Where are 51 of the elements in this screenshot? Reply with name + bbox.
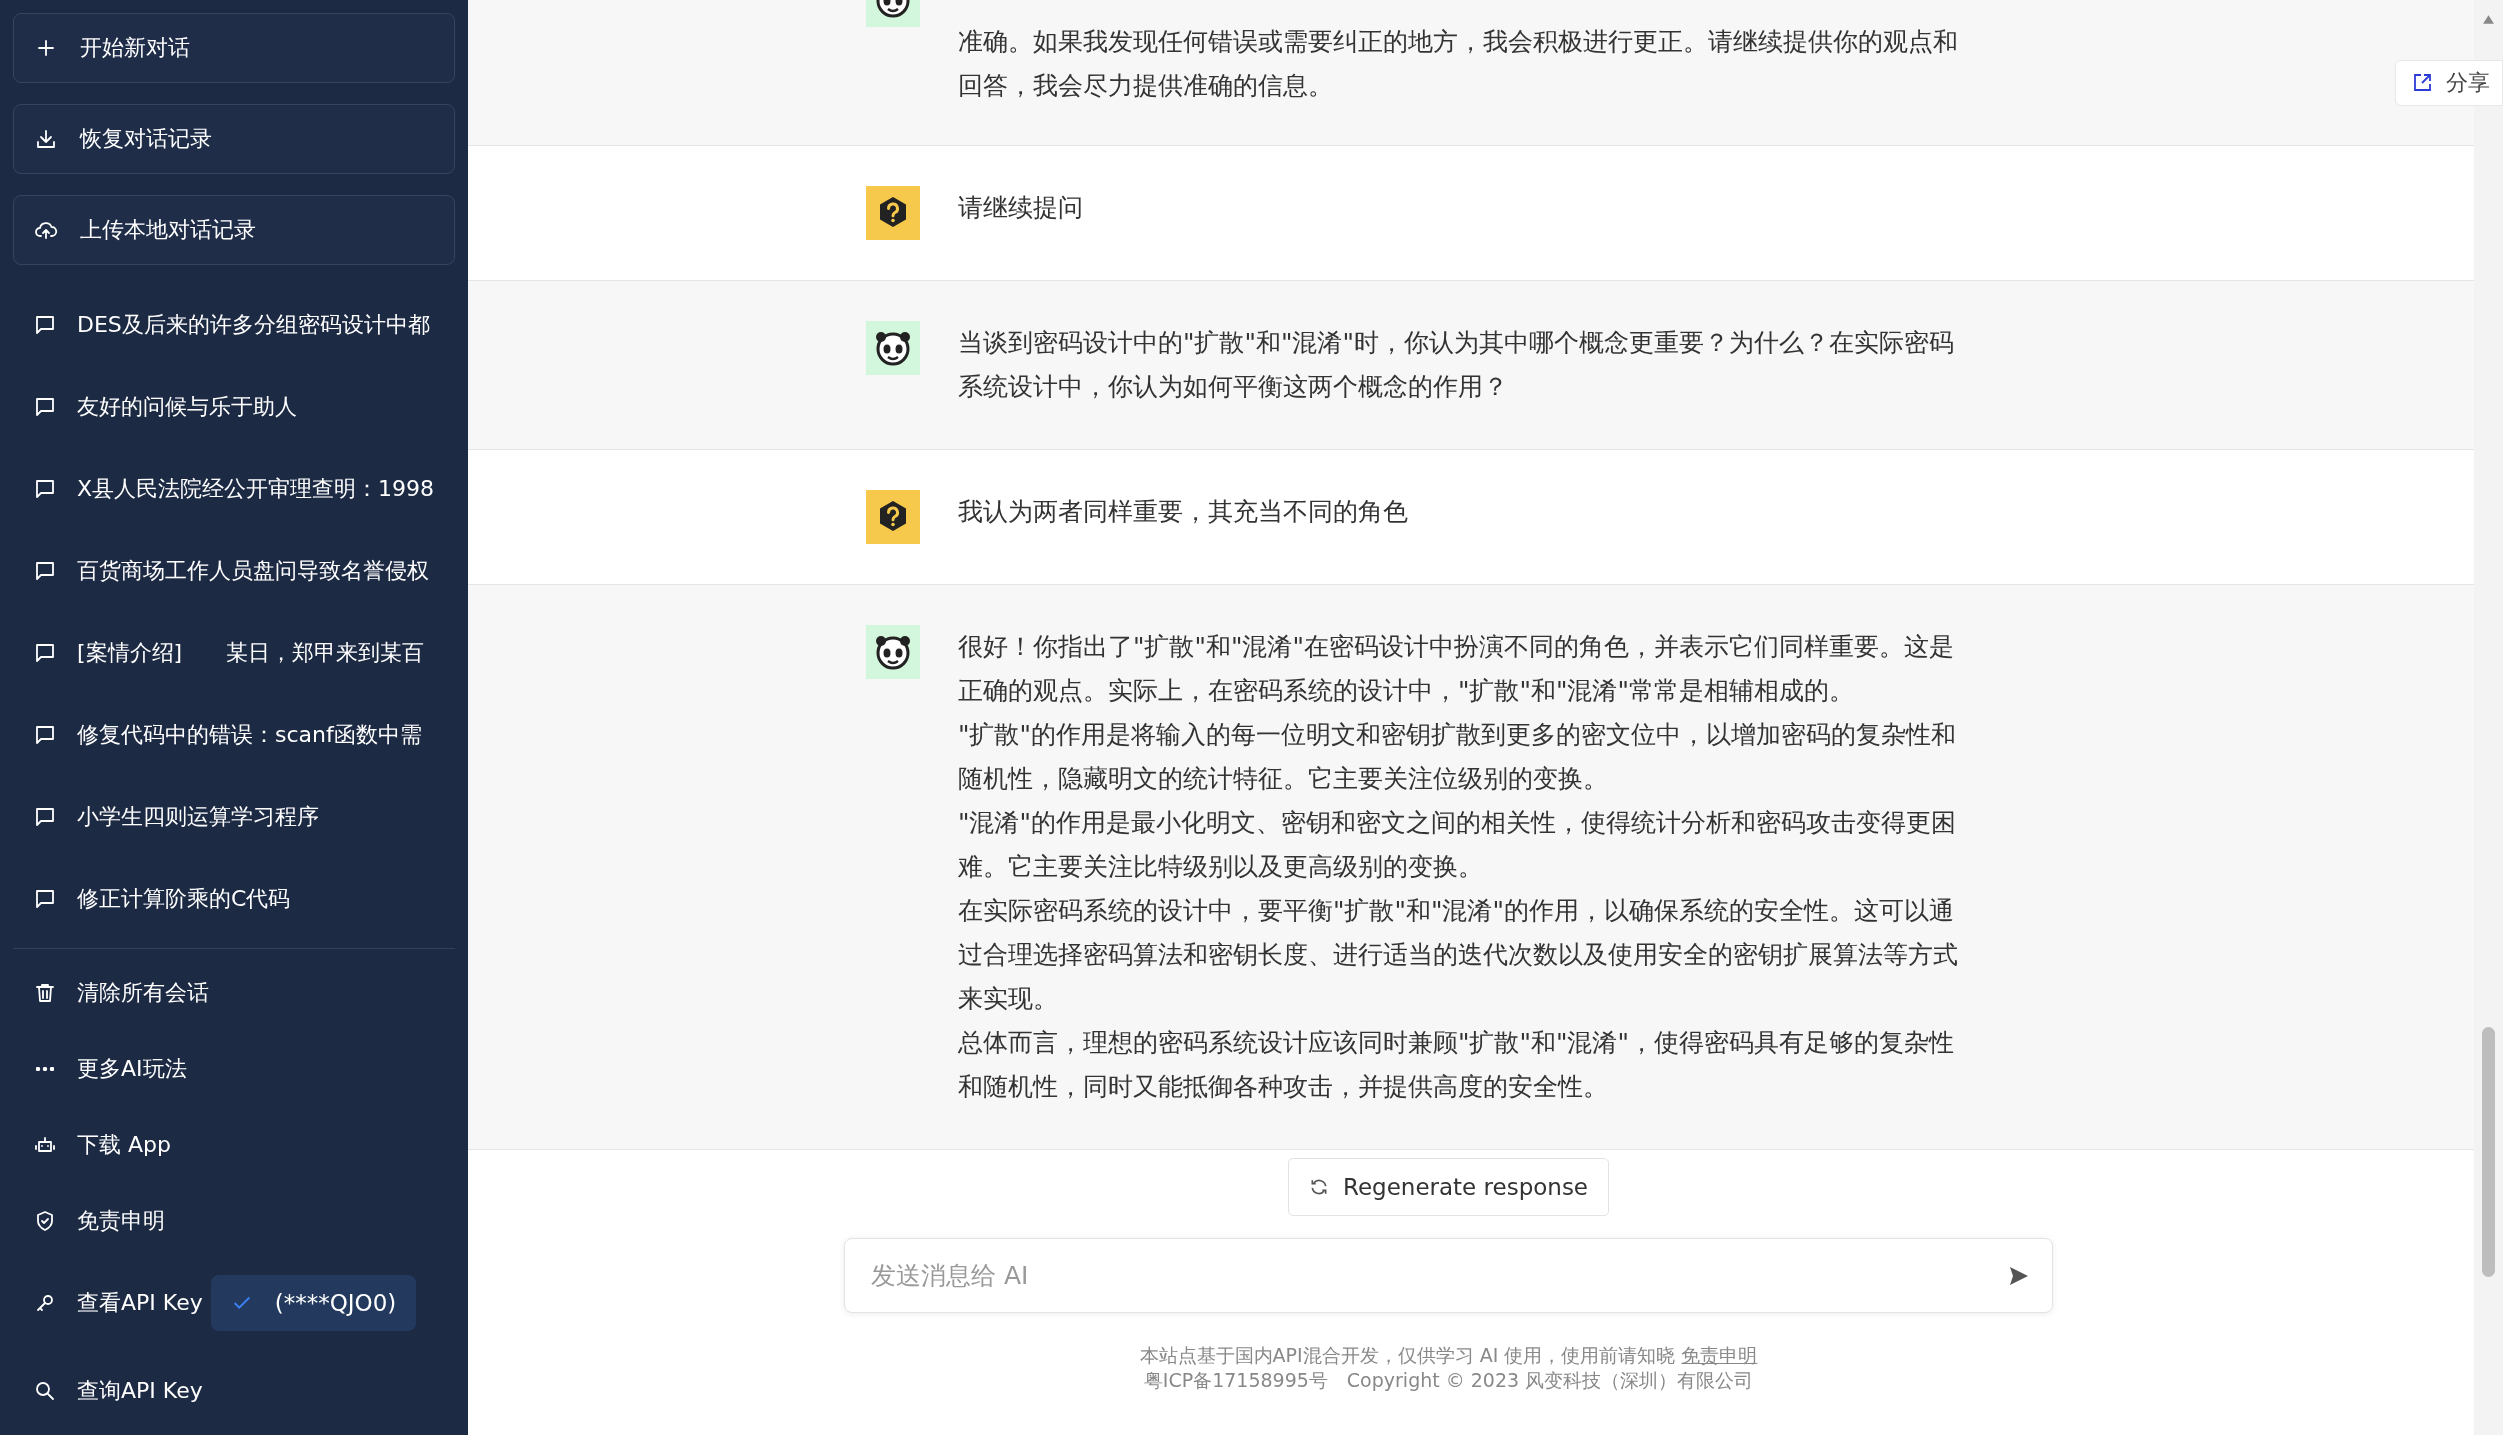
sidebar-menu-item[interactable]: 下载 App <box>13 1107 455 1183</box>
message-text: 很好！你指出了"扩散"和"混淆"在密码设计中扮演不同的角色，并表示它们同样重要。这是正确的观点。实际上，在密码系统的设计中，"扩散"和"混淆"常常是相辅相成的。 <box>958 631 1955 707</box>
sidebar-menu-item[interactable]: 更多AI玩法 <box>13 1031 455 1107</box>
disclaimer-link[interactable]: 免责申明 <box>1681 1344 1758 1366</box>
trash-icon <box>33 981 57 1005</box>
sidebar-button[interactable]: 开始新对话 <box>13 13 455 83</box>
share-button[interactable]: 分享 <box>2395 60 2503 106</box>
sidebar-menu-item[interactable]: 清除所有会话 <box>13 955 455 1031</box>
conversation-item[interactable]: 友好的问候与乐于助人 <box>13 366 455 448</box>
message-input-field[interactable]: 发送消息给 AI <box>844 1238 2053 1313</box>
conversation-item[interactable]: X县人民法院经公开审理查明：1998 <box>13 448 455 530</box>
regenerate-button[interactable]: Regenerate response <box>1287 1158 1610 1216</box>
conversation-item[interactable]: 百货商场工作人员盘问导致名誉侵权 <box>13 530 455 612</box>
sidebar-button[interactable]: 上传本地对话记录 <box>13 195 455 265</box>
copyright-text: 粤ICP备17158995号 Copyright © 2023 风变科技（深圳）有限公司 <box>1142 1368 1755 1393</box>
scrollbar-thumb[interactable] <box>2482 1027 2495 1277</box>
search-icon <box>33 1379 57 1403</box>
chat-bubble-icon <box>33 641 57 665</box>
chat-bubble-icon <box>33 313 57 337</box>
chat-bubble-icon <box>33 887 57 911</box>
conversation-item[interactable]: 修复代码中的错误：scanf函数中需 <box>13 694 455 776</box>
download-icon <box>34 127 58 151</box>
query-api-key-button[interactable]: 查询API Key <box>13 1347 455 1435</box>
panda-avatar-icon <box>866 321 920 375</box>
question-avatar-icon <box>866 186 920 240</box>
conversation-item[interactable]: 小学生四则运算学习程序 <box>13 776 455 858</box>
panda-avatar-icon <box>866 625 920 679</box>
chat-bubble-icon <box>33 395 57 419</box>
chat-bubble-icon <box>33 805 57 829</box>
view-api-key-button[interactable]: 查看API Key <box>13 1288 203 1318</box>
conversation-item[interactable]: [案情介绍] 某日，郑甲来到某百 <box>13 612 455 694</box>
conversation-item[interactable]: DES及后来的许多分组密码设计中都 <box>13 284 455 366</box>
conversation-item[interactable]: 修正计算阶乘的C代码 <box>13 858 455 940</box>
message-text: "扩散"的作用是将输入的每一位明文和密钥扩散到更多的密文位中，以增加密码的复杂性和随机性，隐藏明文的统计特征。它主要关注位级别的变换。 <box>958 719 1957 795</box>
message-text: 准确。如果我发现任何错误或需要纠正的地方，我会积极进行更正。请继续提供你的观点和回答，我会尽力提供准确的信息。 <box>958 26 1959 102</box>
api-key-badge: (****QJO0) <box>210 1275 417 1331</box>
message-text: 当谈到密码设计中的"扩散"和"混淆"时，你认为其中哪个概念更重要？为什么？在实际密码系统设计中，你认为如何平衡这两个概念的作用？ <box>958 327 1955 403</box>
message-text: 我认为两者同样重要，其充当不同的角色 <box>958 496 1409 528</box>
sidebar-menu-item[interactable]: 免责申明 <box>13 1183 455 1259</box>
chat-bubble-icon <box>33 477 57 501</box>
message-text: "混淆"的作用是最小化明文、密钥和密文之间的相关性，使得统计分析和密码攻击变得更困难。它主要关注比特级别以及更高级别的变换。 <box>958 807 1957 883</box>
question-avatar-icon <box>866 490 920 544</box>
message-text: 在实际密码系统的设计中，要平衡"扩散"和"混淆"的作用，以确保系统的安全性。这可以通过合理选择密码算法和密钥长度、进行适当的迭代次数以及使用安全的密钥扩展算法等方式来实现。 <box>958 895 1959 1015</box>
message-text: 总体而言，理想的密码系统设计应该同时兼顾"扩散"和"混淆"，使得密码具有足够的复杂性和随机性，同时又能抵御各种攻击，并提供高度的安全性。 <box>958 1027 1955 1103</box>
scroll-up-icon[interactable] <box>2482 14 2495 25</box>
chat-bubble-icon <box>33 723 57 747</box>
sidebar-button[interactable]: 恢复对话记录 <box>13 104 455 174</box>
chat-bubble-icon <box>33 559 57 583</box>
footer-notice: 本站点基于国内API混合开发，仅供学习 AI 使用，使用前请知晓 免责申明 <box>1139 1343 1758 1368</box>
message-text: 请继续提问 <box>958 192 1084 224</box>
more-icon <box>36 1067 54 1071</box>
